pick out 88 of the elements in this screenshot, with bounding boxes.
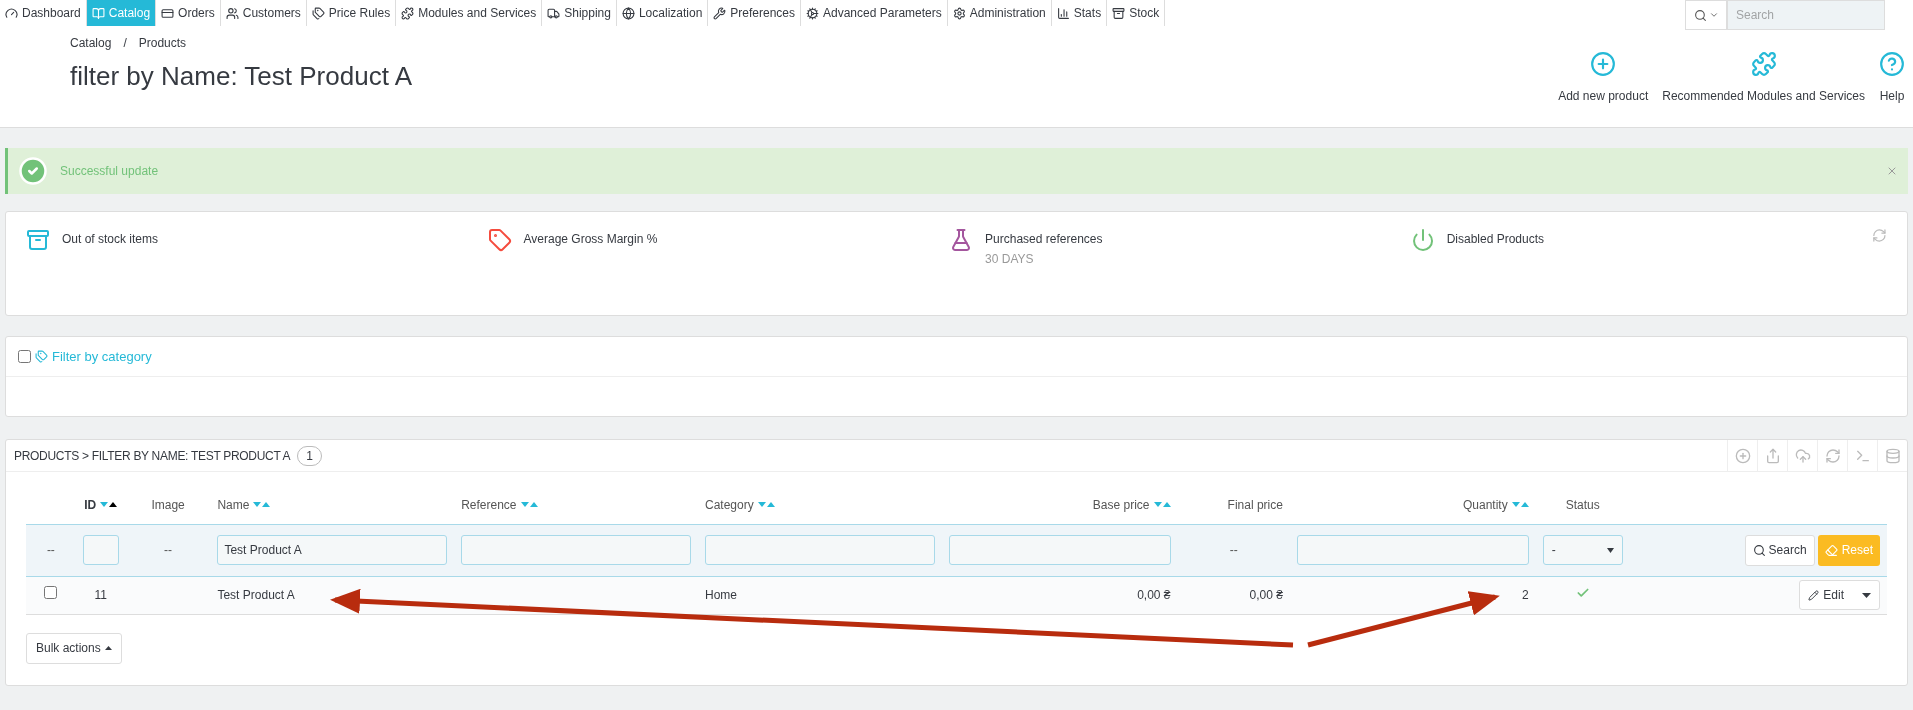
table-cell: 2 (1522, 588, 1529, 602)
refresh-icon (1824, 447, 1841, 464)
wrench-icon (713, 6, 727, 20)
archive-icon (1112, 6, 1126, 20)
column-header[interactable]: Reference (461, 495, 538, 514)
add-icon (1734, 447, 1751, 464)
kpi-label: Out of stock items (62, 231, 159, 248)
tags-icon (311, 6, 325, 20)
toolbar-button[interactable]: Add new product (1558, 51, 1649, 105)
truck-icon (547, 6, 561, 20)
column-header: Status (1565, 496, 1600, 514)
kpi-sublabel: 30 DAYS (985, 251, 1035, 268)
table-cell: 0,00 ₴ (1249, 588, 1283, 602)
page-title: filter by Name: Test Product A (70, 60, 413, 93)
table-cell: 11 (94, 588, 107, 602)
sort-down-icon[interactable] (1511, 502, 1520, 508)
users-icon (225, 6, 239, 20)
filter-input[interactable] (948, 535, 1171, 565)
empty-filter-text: -- (163, 542, 174, 559)
category-checkbox[interactable] (18, 350, 31, 363)
cogs-icon (806, 6, 819, 20)
sort-down-icon[interactable] (757, 502, 766, 508)
close-icon[interactable] (1886, 165, 1898, 177)
archive-icon (26, 228, 50, 252)
sort-down-icon[interactable] (520, 502, 529, 508)
column-header[interactable]: Category (705, 495, 775, 514)
gauge-icon (5, 6, 18, 20)
empty-filter-text: -- (1228, 542, 1239, 559)
table-cell: 0,00 ₴ (1137, 588, 1171, 602)
empty-filter-text: -- (45, 542, 56, 559)
bulk-actions-button[interactable]: Bulk actions (26, 632, 122, 664)
toolbar-button[interactable]: Help (1879, 51, 1905, 105)
eraser-icon (1824, 543, 1838, 557)
caret-icon (104, 646, 112, 650)
column-header[interactable]: Base price (1092, 495, 1171, 514)
filter-input[interactable] (461, 535, 691, 565)
globe-icon (621, 6, 635, 20)
column-header: Final price (1227, 496, 1283, 514)
puzzle-icon (401, 6, 415, 20)
column-header: Image (151, 496, 185, 514)
sort-up-icon[interactable] (109, 502, 118, 508)
book-icon (91, 6, 105, 20)
column-header[interactable]: ID (84, 495, 118, 514)
column-header[interactable]: Name (217, 495, 271, 514)
table-cell: Test Product A (217, 588, 295, 602)
kpi-label: Purchased references (985, 231, 1103, 248)
filter-input[interactable] (705, 535, 935, 565)
sort-down-icon[interactable] (1153, 502, 1162, 508)
sort-down-icon[interactable] (253, 502, 262, 508)
table-cell: Home (705, 588, 737, 602)
card-icon (161, 6, 175, 20)
check-circle-icon (18, 156, 48, 186)
database-icon (1884, 447, 1901, 464)
row-checkbox[interactable] (44, 586, 58, 599)
help-icon (1879, 51, 1905, 77)
search-button[interactable]: Search (1744, 534, 1815, 566)
puzzle-icon (1750, 51, 1777, 77)
caret-icon (1708, 10, 1719, 20)
tags-icon (35, 350, 48, 363)
add-icon (1590, 51, 1617, 77)
filter-input[interactable] (1296, 535, 1529, 565)
filter-input[interactable] (82, 535, 119, 565)
filter-input[interactable]: Test Product A (217, 535, 448, 565)
search-icon (1752, 543, 1766, 557)
bar-chart-icon (1056, 6, 1070, 20)
breadcrumb-link[interactable]: Catalog (70, 34, 112, 52)
caret-icon (1606, 547, 1614, 553)
panel-title: PRODUCTS > FILTER BY NAME: TEST PRODUCT A (14, 447, 291, 465)
breadcrumb-separator: / (123, 35, 127, 52)
alert-message: Successful update (60, 163, 160, 180)
kpi-label: Average Gross Margin % (523, 231, 658, 248)
power-icon (1410, 228, 1435, 252)
caret-icon (1862, 592, 1871, 598)
status-select[interactable]: - (1542, 535, 1623, 565)
toolbar-button[interactable]: Recommended Modules and Services (1662, 51, 1865, 105)
tag-icon (487, 228, 512, 252)
refresh-icon[interactable] (1872, 228, 1887, 243)
export-icon (1764, 447, 1781, 464)
search-scope-button[interactable] (1685, 0, 1727, 30)
edit-button[interactable]: Edit (1799, 580, 1880, 610)
breadcrumb-link[interactable]: Products (138, 34, 187, 52)
kpi-label: Disabled Products (1446, 231, 1545, 248)
column-header[interactable]: Quantity (1463, 495, 1529, 514)
upload-icon (1794, 447, 1811, 464)
gear-icon (952, 6, 966, 20)
search-field[interactable]: Search (1727, 0, 1885, 30)
pencil-icon (1808, 589, 1820, 601)
search-icon (1693, 8, 1707, 22)
